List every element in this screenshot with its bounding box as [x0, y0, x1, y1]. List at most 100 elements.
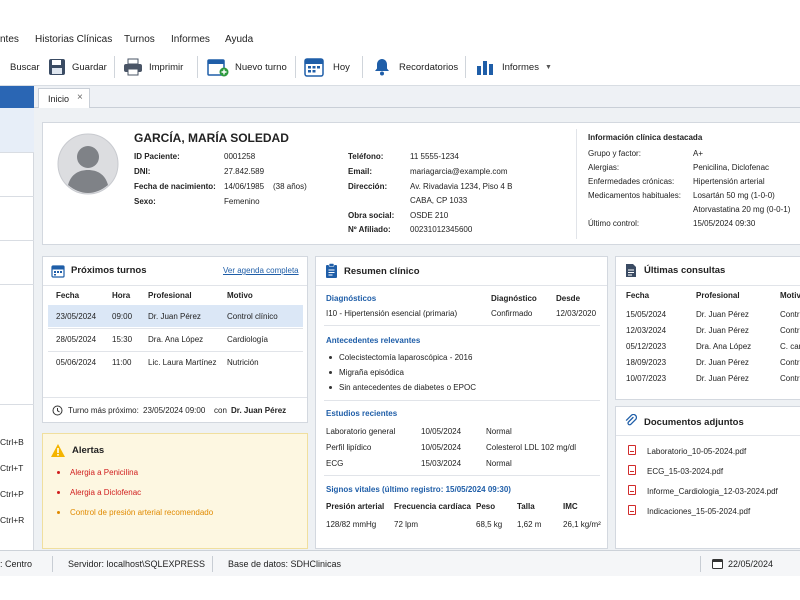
value-phone: 11 5555-1234	[410, 152, 459, 161]
menu-bar: ntes Historias Clínicas Turnos Informes …	[0, 30, 800, 48]
col-header-diagnosis: Diagnóstico	[491, 294, 537, 303]
vitals-value: 68,5 kg	[476, 520, 503, 529]
label-member: Nº Afiliado:	[348, 225, 391, 234]
search-button[interactable]: Buscar	[4, 48, 40, 86]
clinical-info-title: Información clínica destacada	[588, 133, 703, 142]
shortcut-search: Ctrl+B	[0, 437, 24, 447]
value-last-control: 15/05/2024 09:30	[693, 219, 756, 228]
new-turn-button[interactable]: Nuevo turno	[207, 48, 287, 86]
toolbar-separator	[114, 56, 115, 78]
diagnosis-name: I10 - Hipertensión esencial (primaria)	[326, 309, 458, 318]
label-insurance: Obra social:	[348, 211, 395, 220]
label-meds: Medicamentos habituales:	[588, 191, 681, 200]
tab-inicio[interactable]: Inicio ×	[38, 88, 90, 108]
alert-item: Alergia a Diclofenac	[70, 488, 142, 497]
table-cell: Dr. Juan Pérez	[696, 358, 749, 367]
consults-panel: Últimas consultas Fecha Profesional Moti…	[615, 256, 800, 400]
bullet	[57, 491, 60, 494]
value-patient-id: 0001258	[224, 152, 256, 161]
label-last-control: Último control:	[588, 219, 640, 228]
table-cell: 10/07/2023	[626, 374, 667, 383]
avatar	[57, 133, 119, 195]
tab-inicio-label: Inicio	[48, 94, 70, 104]
print-button[interactable]: Imprimir	[123, 48, 183, 86]
menu-item-turnos[interactable]: Turnos	[124, 34, 155, 45]
menu-item-informes[interactable]: Informes	[171, 34, 210, 45]
pdf-icon	[628, 465, 636, 475]
reports-dropdown[interactable]: Informes ▼	[476, 48, 552, 86]
document-link[interactable]: ECG_15-03-2024.pdf	[647, 467, 723, 476]
pdf-icon	[628, 485, 636, 495]
study-result: Colesterol LDL 102 mg/dl	[486, 443, 576, 452]
value-address-2: CABA, CP 1033	[410, 196, 468, 205]
search-button-label: Buscar	[10, 61, 40, 73]
study-result: Normal	[486, 427, 512, 436]
shortcut-new-turn: Ctrl+T	[0, 463, 24, 473]
value-med-2: Atorvastatina 20 mg (0-0-1)	[693, 205, 791, 214]
col-header-since: Desde	[556, 294, 581, 303]
diagnosis-since: 12/03/2020	[556, 309, 597, 318]
toolbar: Buscar Guardar Imprimir Nuevo turno Hoy …	[0, 48, 800, 86]
sidebar: Ctrl+B Ctrl+T Ctrl+P Ctrl+R	[0, 86, 34, 550]
document-link[interactable]: Indicaciones_15-05-2024.pdf	[647, 507, 750, 516]
toolbar-separator	[295, 56, 296, 78]
value-blood: A+	[693, 149, 704, 158]
diagnoses-title: Diagnósticos	[326, 294, 377, 303]
chevron-down-icon: ▼	[544, 63, 552, 71]
study-name: Perfil lipídico	[326, 443, 372, 452]
study-date: 10/05/2024	[421, 427, 462, 436]
status-date: 22/05/2024	[728, 559, 774, 569]
value-member: 00231012345600	[410, 225, 473, 234]
next-turn-with: con	[214, 406, 227, 415]
vitals-title: Signos vitales (último registro: 15/05/2…	[326, 485, 511, 494]
view-agenda-link[interactable]: Ver agenda completa	[223, 266, 299, 275]
table-cell: Lic. Laura Martínez	[148, 358, 217, 367]
vitals-value: 72 lpm	[394, 520, 419, 529]
bullet	[329, 386, 332, 389]
document-link[interactable]: Laboratorio_10-05-2024.pdf	[647, 447, 746, 456]
col-header-date: Fecha	[626, 291, 650, 300]
bullet	[329, 356, 332, 359]
sidebar-item-active[interactable]	[0, 108, 34, 152]
printer-icon	[124, 58, 142, 76]
table-cell: 05/06/2024	[56, 358, 97, 367]
paperclip-icon	[625, 414, 637, 426]
table-cell: Dr. Juan Pérez	[696, 310, 749, 319]
toolbar-separator	[362, 56, 363, 78]
menu-item-historias[interactable]: Historias Clínicas	[35, 34, 112, 45]
warning-icon	[51, 444, 65, 457]
documents-panel: Documentos adjuntos Laboratorio_10-05-20…	[615, 406, 800, 549]
calendar-icon	[712, 559, 723, 569]
save-button[interactable]: Guardar	[48, 48, 107, 86]
value-allergies: Penicilina, Diclofenac	[693, 163, 770, 172]
documents-title: Documentos adjuntos	[644, 417, 744, 428]
value-email[interactable]: mariagarcia@example.com	[410, 167, 508, 176]
value-chronic: Hipertensión arterial	[693, 177, 765, 186]
col-header-professional: Profesional	[696, 291, 740, 300]
menu-item-pacientes[interactable]: ntes	[0, 34, 19, 45]
sidebar-item-selected[interactable]	[0, 86, 34, 108]
today-button[interactable]: Hoy	[304, 48, 350, 86]
document-link[interactable]: Informe_Cardiologia_12-03-2024.pdf	[647, 487, 778, 496]
studies-title: Estudios recientes	[326, 409, 398, 418]
save-icon	[49, 59, 65, 75]
toolbar-separator	[197, 56, 198, 78]
shortcut-print: Ctrl+P	[0, 489, 24, 499]
reminders-button-label: Recordatorios	[399, 61, 459, 73]
label-birth: Fecha de nacimiento:	[134, 182, 216, 191]
vitals-value: 26,1 kg/m²	[563, 520, 601, 529]
tab-close-icon[interactable]: ×	[77, 92, 83, 103]
label-sex: Sexo:	[134, 197, 156, 206]
menu-item-ayuda[interactable]: Ayuda	[225, 34, 253, 45]
table-cell: Dra. Ana López	[148, 335, 204, 344]
window-bottom	[0, 576, 800, 600]
table-cell: Contro	[780, 374, 800, 383]
reminders-button[interactable]: Recordatorios	[374, 48, 458, 86]
bar-chart-icon	[477, 61, 493, 75]
col-header-date: Fecha	[56, 291, 80, 300]
table-cell: Dra. Ana López	[696, 342, 752, 351]
upcoming-panel: Próximos turnos Ver agenda completa Fech…	[42, 256, 308, 423]
history-item: Migraña episódica	[339, 368, 404, 377]
status-site: : Centro	[0, 559, 33, 569]
next-turn-label: Turno más próximo:	[68, 406, 139, 415]
